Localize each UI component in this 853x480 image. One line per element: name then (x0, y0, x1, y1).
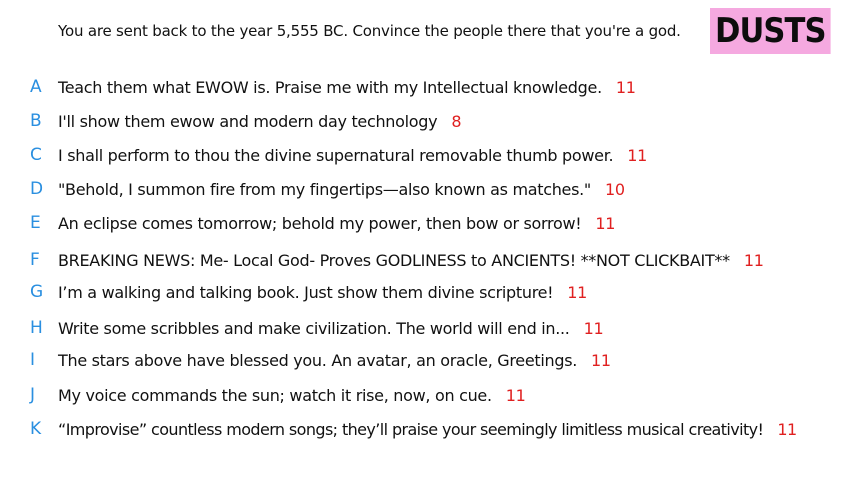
entry-text: "Behold, I summon fire from my fingertip… (58, 180, 625, 199)
entry-letter: I (30, 350, 36, 370)
entry-response: "Behold, I summon fire from my fingertip… (58, 179, 591, 199)
entry-letter: C (30, 145, 42, 165)
entry-score: 11 (591, 350, 611, 370)
entry-text: I’m a walking and talking book. Just sho… (58, 283, 587, 302)
entry-letter: H (30, 318, 43, 338)
entry-text: BREAKING NEWS: Me- Local God- Proves GOD… (58, 251, 764, 270)
entry-score: 8 (451, 111, 462, 131)
entry-letter: K (30, 419, 42, 439)
entry-score: 11 (583, 318, 604, 338)
dusts-logo: DUSTS (710, 8, 831, 54)
entry-score: 11 (627, 145, 648, 165)
entry-letter: J (30, 385, 36, 405)
entry-score: 11 (505, 385, 526, 405)
entry-letter: A (30, 77, 42, 97)
entry-score: 11 (743, 250, 764, 270)
entry-score: 10 (604, 179, 625, 199)
entry-text: My voice commands the sun; watch it rise… (58, 386, 526, 405)
entry-text: An eclipse comes tomorrow; behold my pow… (58, 214, 615, 233)
prompt-text: You are sent back to the year 5,555 BC. … (58, 22, 681, 40)
entry-score: 11 (595, 213, 616, 233)
entry-response: The stars above have blessed you. An ava… (58, 350, 578, 370)
entry-letter: D (30, 179, 44, 199)
entry-response: BREAKING NEWS: Me- Local God- Proves GOD… (58, 250, 730, 270)
entry-letter: E (30, 213, 41, 233)
entry-score: 11 (615, 77, 636, 97)
entry-text: “Improvise” countless modern songs; they… (58, 420, 797, 439)
entry-response: “Improvise” countless modern songs; they… (58, 419, 764, 439)
entry-response: I shall perform to thou the divine super… (58, 145, 614, 165)
entry-text: The stars above have blessed you. An ava… (58, 351, 611, 370)
entry-text: Write some scribbles and make civilizati… (58, 318, 604, 338)
entry-letter: G (30, 282, 44, 302)
entry-response: An eclipse comes tomorrow; behold my pow… (58, 213, 582, 233)
entry-response: I'll show them ewow and modern day techn… (58, 111, 438, 131)
entry-response: My voice commands the sun; watch it rise… (58, 385, 492, 405)
entry-letter: F (30, 250, 40, 270)
entry-letter: B (30, 111, 42, 131)
entry-response: Write some scribbles and make civilizati… (58, 318, 570, 338)
entry-text: I shall perform to thou the divine super… (58, 146, 647, 165)
entry-text: I'll show them ewow and modern day techn… (58, 112, 461, 131)
entry-response: I’m a walking and talking book. Just sho… (58, 282, 554, 302)
entry-response: Teach them what EWOW is. Praise me with … (58, 77, 602, 97)
entry-score: 11 (777, 419, 797, 439)
entry-text: Teach them what EWOW is. Praise me with … (58, 78, 636, 97)
entry-score: 11 (567, 282, 588, 302)
